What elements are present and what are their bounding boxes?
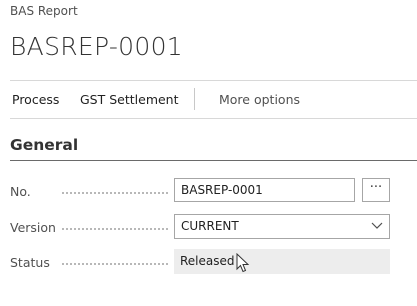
more-options-action[interactable]: More options bbox=[219, 92, 300, 107]
page-caption: BAS Report bbox=[10, 4, 78, 18]
page-title: BASREP-0001 bbox=[10, 32, 183, 61]
chevron-down-icon bbox=[371, 222, 383, 229]
ellipsis-icon: ··· bbox=[369, 180, 383, 195]
no-input[interactable]: BASREP-0001 bbox=[174, 178, 355, 202]
label-leader bbox=[62, 192, 168, 194]
version-select-value: CURRENT bbox=[181, 219, 239, 233]
version-label: Version bbox=[10, 220, 56, 235]
label-leader bbox=[62, 263, 168, 265]
status-value: Released bbox=[174, 249, 390, 274]
section-underline bbox=[10, 160, 417, 161]
status-field-row: Status Released bbox=[0, 249, 417, 275]
version-field-row: Version CURRENT bbox=[0, 214, 417, 240]
status-label: Status bbox=[10, 255, 50, 270]
general-section-title[interactable]: General bbox=[10, 136, 78, 154]
bas-report-page: BAS Report BASREP-0001 Process GST Settl… bbox=[0, 0, 417, 306]
label-leader bbox=[62, 228, 168, 230]
action-separator bbox=[194, 88, 195, 110]
mouse-cursor-icon bbox=[236, 253, 250, 273]
no-label: No. bbox=[10, 184, 31, 199]
no-field-row: No. BASREP-0001 ··· bbox=[0, 178, 417, 204]
process-action[interactable]: Process bbox=[12, 92, 59, 107]
assist-edit-button[interactable]: ··· bbox=[362, 178, 390, 202]
action-bar: Process GST Settlement More options bbox=[0, 81, 417, 117]
divider bbox=[10, 118, 417, 119]
version-select[interactable]: CURRENT bbox=[174, 214, 390, 239]
gst-settlement-action[interactable]: GST Settlement bbox=[80, 92, 179, 107]
